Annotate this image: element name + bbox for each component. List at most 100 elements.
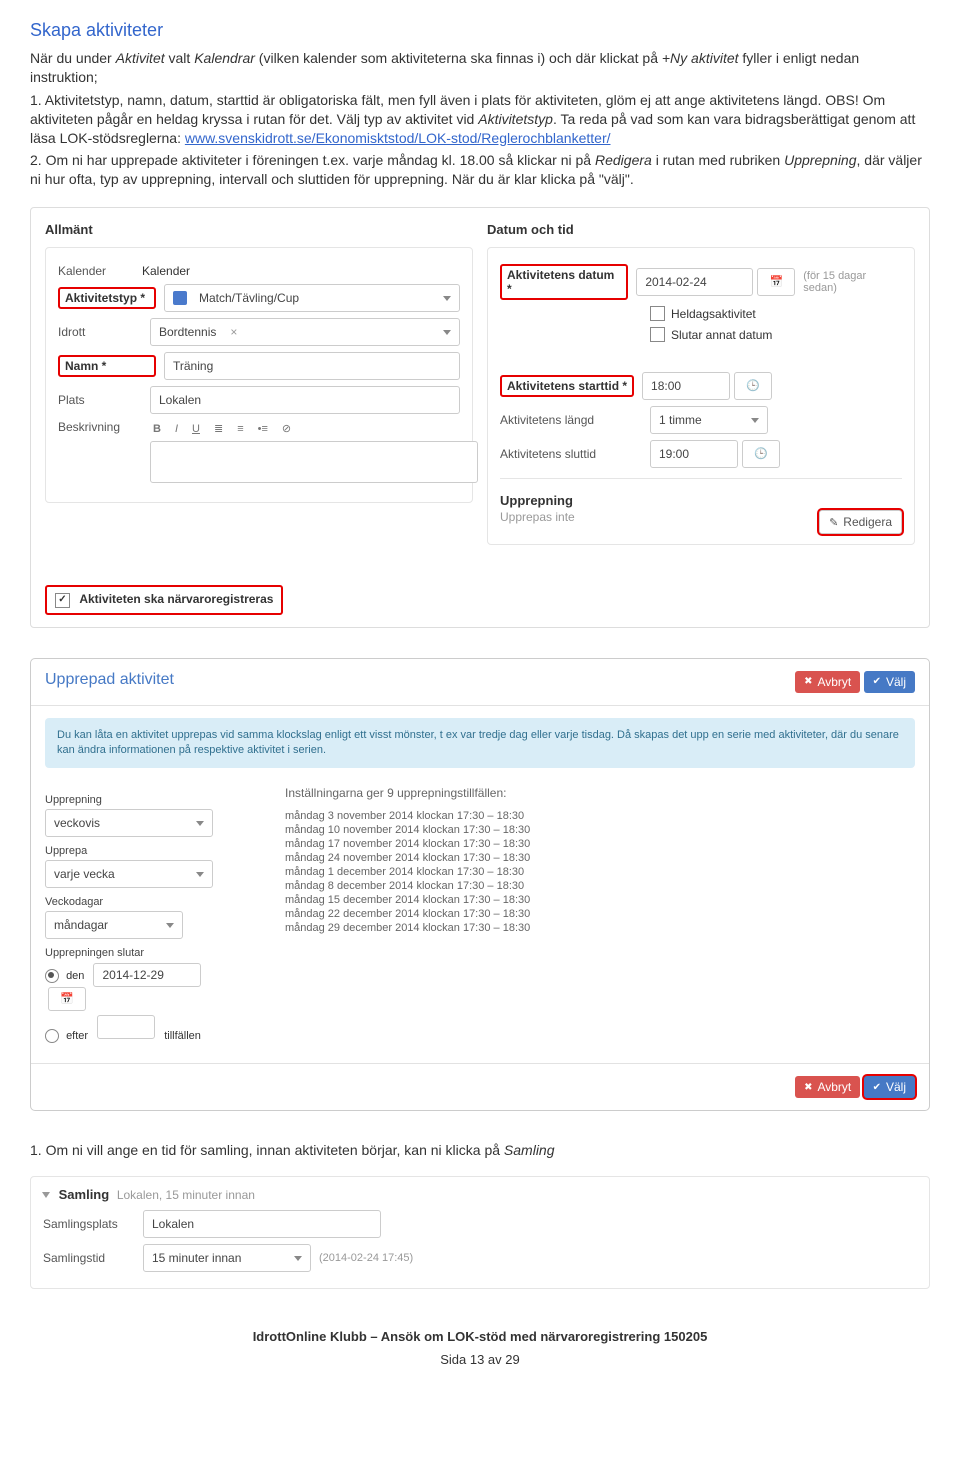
page-title: Skapa aktiviteter: [30, 20, 930, 41]
select-idrott[interactable]: Bordtennis ×: [150, 318, 460, 346]
input-plats[interactable]: Lokalen: [150, 386, 460, 414]
checkbox-heldag[interactable]: [650, 306, 665, 321]
checkbox-slutar-annat[interactable]: [650, 327, 665, 342]
text-italic: +Ny aktivitet: [662, 50, 739, 66]
text-italic: Aktivitetstyp: [478, 111, 553, 127]
radio-den[interactable]: [45, 969, 59, 983]
occurrence-line: måndag 8 december 2014 klockan 17:30 – 1…: [285, 880, 915, 892]
select-veckodagar[interactable]: måndagar: [45, 911, 183, 939]
label-aktivitetstyp: Aktivitetstyp *: [58, 287, 156, 309]
text: (vilken kalender som aktiviteterna ska f…: [255, 50, 662, 66]
narvaro-highlight: Aktiviteten ska närvaroregistreras: [45, 585, 283, 614]
intro-paragraph: När du under Aktivitet valt Kalendrar (v…: [30, 49, 930, 87]
date-relative-note: (för 15 dagar sedan): [803, 270, 902, 294]
input-samlingsplats[interactable]: Lokalen: [143, 1210, 381, 1238]
list-item-2: 2. Om ni har upprepade aktiviteter i för…: [30, 151, 930, 189]
textarea-beskrivning[interactable]: [150, 441, 478, 483]
checkbox-narvaro[interactable]: [55, 593, 70, 608]
upprepning-head: Upprepning: [500, 493, 902, 508]
label-den: den: [66, 970, 84, 982]
label-samlingsplats: Samlingsplats: [43, 1217, 143, 1231]
text-italic: Kalendrar: [194, 50, 255, 66]
label-starttid: Aktivitetens starttid *: [500, 375, 634, 397]
button-label: Redigera: [843, 515, 892, 529]
section-allmant: Allmänt: [45, 222, 473, 237]
label-heldag: Heldagsaktivitet: [671, 307, 756, 321]
valj-button[interactable]: Välj: [864, 671, 915, 693]
section-datumtid: Datum och tid: [487, 222, 915, 237]
avbryt-button[interactable]: Avbryt: [795, 671, 860, 693]
select-samlingstid[interactable]: 15 minuter innan: [143, 1244, 311, 1272]
select-value: måndagar: [54, 912, 108, 938]
input-tillfallen[interactable]: [97, 1015, 155, 1039]
modal-title: Upprepad aktivitet: [45, 671, 174, 688]
chevron-down-icon[interactable]: [42, 1192, 50, 1198]
calendar-icon[interactable]: [48, 987, 86, 1011]
upprepning-status: Upprepas inte: [500, 510, 575, 524]
page-number: Sida 13 av 29: [30, 1352, 930, 1367]
select-value: Match/Tävling/Cup: [199, 285, 299, 311]
label-narvaro: Aktiviteten ska närvaroregistreras: [79, 592, 273, 606]
text-italic: Upprepning: [784, 152, 856, 168]
color-swatch-icon: [173, 291, 187, 305]
page-footer: IdrottOnline Klubb – Ansök om LOK-stöd m…: [30, 1329, 930, 1344]
radio-efter[interactable]: [45, 1029, 59, 1043]
clock-icon[interactable]: [734, 372, 772, 400]
select-value: 1 timme: [659, 407, 702, 433]
button-label: Välj: [886, 675, 906, 689]
upprepad-aktivitet-modal: Upprepad aktivitet Avbryt Välj Du kan lå…: [30, 658, 930, 1112]
select-value: veckovis: [54, 810, 100, 836]
select-value: 15 minuter innan: [152, 1245, 241, 1271]
occurrence-line: måndag 1 december 2014 klockan 17:30 – 1…: [285, 866, 915, 878]
select-value: Bordtennis: [159, 319, 216, 345]
text: 2. Om ni har upprepade aktiviteter i för…: [30, 152, 595, 168]
label-namn: Namn *: [58, 355, 156, 377]
select-upprepa[interactable]: varje vecka: [45, 860, 213, 888]
samling-head: Samling: [59, 1187, 110, 1202]
modal-info-text: Du kan låta en aktivitet upprepas vid sa…: [45, 718, 915, 769]
input-sluttid[interactable]: 19:00: [650, 440, 738, 468]
label-sluttid: Aktivitetens sluttid: [500, 447, 650, 461]
text-italic: Samling: [504, 1142, 555, 1158]
clear-icon[interactable]: ×: [230, 319, 237, 345]
label-idrott: Idrott: [58, 325, 142, 339]
text: När du under: [30, 50, 116, 66]
input-slut-date[interactable]: 2014-12-29: [93, 963, 201, 987]
select-aktivitetstyp[interactable]: Match/Tävling/Cup: [164, 284, 460, 312]
redigera-button[interactable]: Redigera: [819, 510, 902, 534]
samling-panel: Samling Lokalen, 15 minuter innan Samlin…: [30, 1176, 930, 1289]
valj-button-footer[interactable]: Välj: [864, 1076, 915, 1098]
samlingstid-note: (2014-02-24 17:45): [319, 1252, 413, 1264]
occurrence-line: måndag 29 december 2014 klockan 17:30 – …: [285, 922, 915, 934]
list-item-1: 1. Aktivitetstyp, namn, datum, starttid …: [30, 91, 930, 148]
occurrences-header: Inställningarna ger 9 upprepningstillfäl…: [285, 786, 915, 800]
label-kalender: Kalender: [58, 264, 142, 278]
richtext-toolbar[interactable]: BIU≣≡•≡⊘: [150, 420, 460, 437]
value-kalender: Kalender: [142, 264, 190, 278]
occurrence-line: måndag 10 november 2014 klockan 17:30 – …: [285, 824, 915, 836]
label-plats: Plats: [58, 393, 142, 407]
occurrence-line: måndag 15 december 2014 klockan 17:30 – …: [285, 894, 915, 906]
label-langd: Aktivitetens längd: [500, 413, 650, 427]
select-upprepning[interactable]: veckovis: [45, 809, 213, 837]
list-item-samling: 1. Om ni vill ange en tid för samling, i…: [30, 1141, 930, 1160]
label-beskrivning: Beskrivning: [58, 420, 142, 434]
occurrence-line: måndag 24 november 2014 klockan 17:30 – …: [285, 852, 915, 864]
avbryt-button-footer[interactable]: Avbryt: [795, 1076, 860, 1098]
input-starttid[interactable]: 18:00: [642, 372, 730, 400]
button-label: Avbryt: [817, 675, 851, 689]
input-datum[interactable]: 2014-02-24: [636, 268, 753, 296]
occurrence-line: måndag 17 november 2014 klockan 17:30 – …: [285, 838, 915, 850]
calendar-icon[interactable]: [757, 268, 795, 296]
label-veckodagar: Veckodagar: [45, 896, 245, 908]
label-datum: Aktivitetens datum *: [500, 264, 628, 300]
input-namn[interactable]: Träning: [164, 352, 460, 380]
select-langd[interactable]: 1 timme: [650, 406, 768, 434]
clock-icon[interactable]: [742, 440, 780, 468]
text-italic: Aktivitet: [116, 50, 165, 66]
label-tillfallen: tillfällen: [164, 1030, 201, 1042]
text: i rutan med rubriken: [652, 152, 784, 168]
lok-rules-link[interactable]: www.svenskidrott.se/Ekonomisktstod/LOK-s…: [185, 130, 611, 146]
occurrence-line: måndag 3 november 2014 klockan 17:30 – 1…: [285, 810, 915, 822]
label-upprepa: Upprepa: [45, 845, 245, 857]
